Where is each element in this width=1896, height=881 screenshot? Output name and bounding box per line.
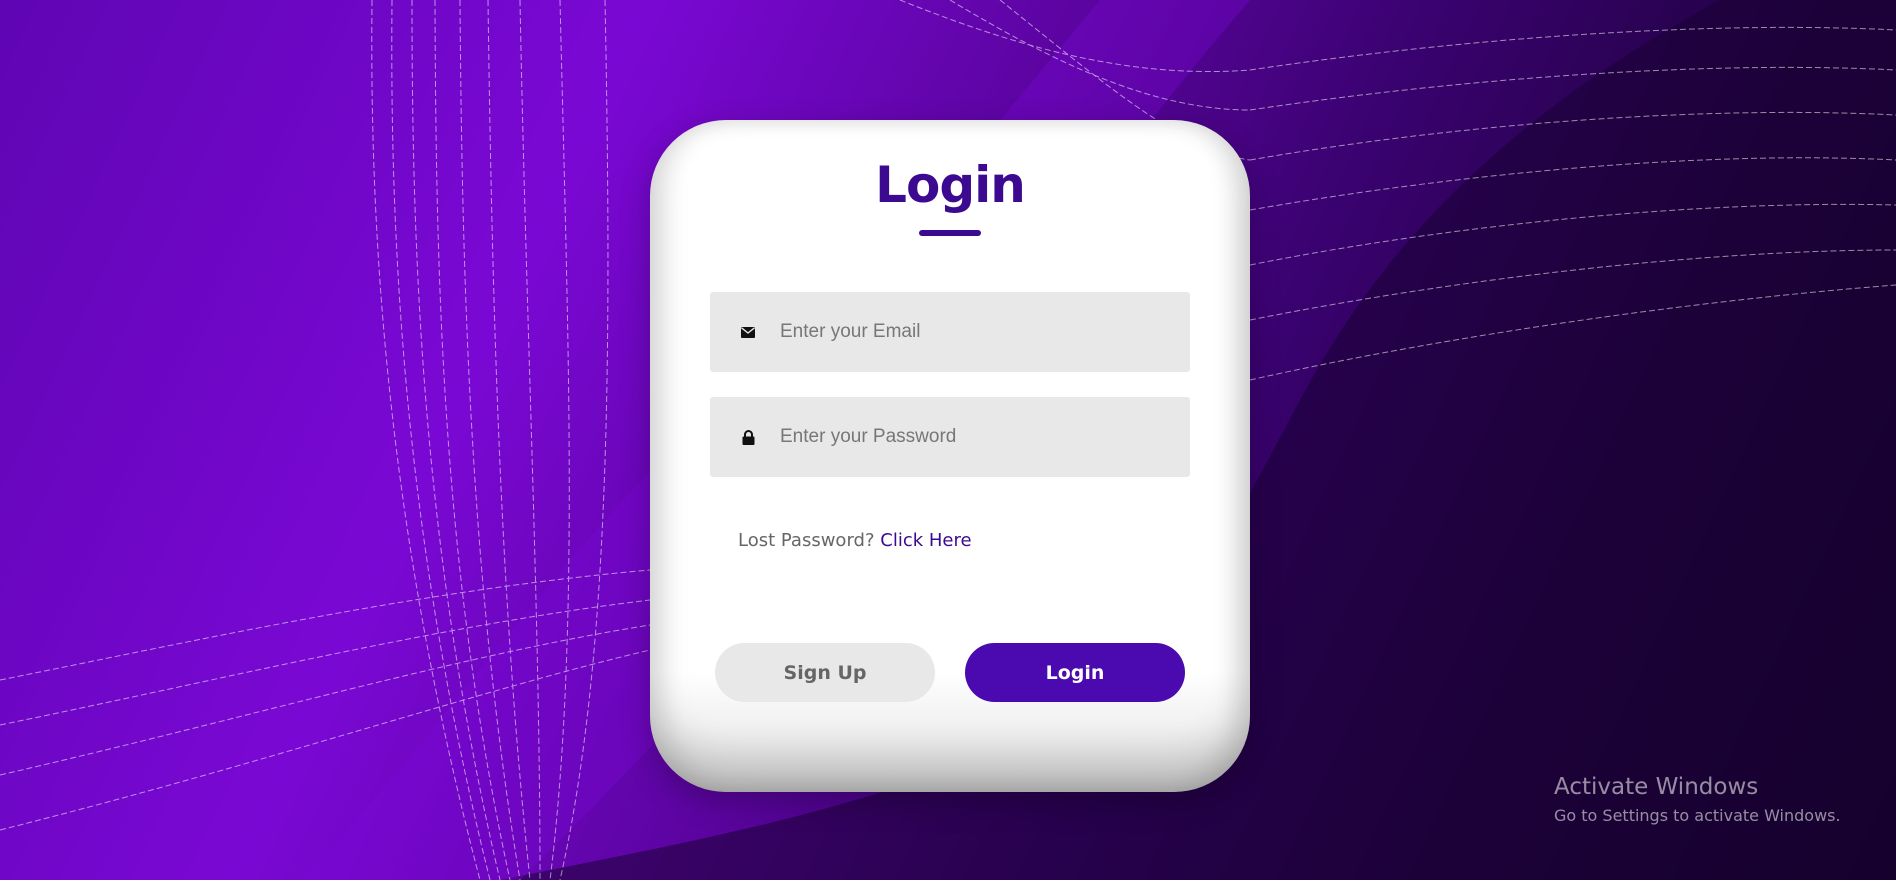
title-underline <box>919 230 981 236</box>
watermark-subtitle: Go to Settings to activate Windows. <box>1554 806 1841 825</box>
email-input[interactable] <box>780 321 1180 343</box>
envelope-icon <box>740 324 756 340</box>
lock-icon <box>740 429 756 445</box>
login-card: Login Lost Password? Click Here Sign Up … <box>650 120 1250 792</box>
windows-activation-watermark: Activate Windows Go to Settings to activ… <box>1554 774 1841 825</box>
login-button[interactable]: Login <box>965 643 1185 702</box>
watermark-title: Activate Windows <box>1554 774 1759 800</box>
password-field-container <box>710 397 1190 477</box>
lost-password-row: Lost Password? Click Here <box>738 530 972 551</box>
click-here-link[interactable]: Click Here <box>880 530 971 551</box>
signup-button[interactable]: Sign Up <box>715 643 935 702</box>
email-field-container <box>710 292 1190 372</box>
login-title: Login <box>875 156 1026 214</box>
password-input[interactable] <box>780 426 1180 448</box>
lost-password-text: Lost Password? <box>738 530 875 551</box>
